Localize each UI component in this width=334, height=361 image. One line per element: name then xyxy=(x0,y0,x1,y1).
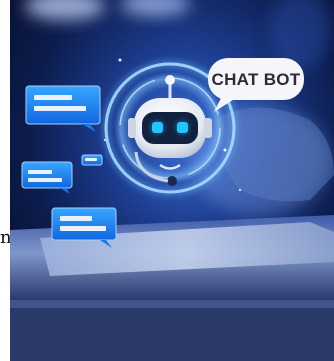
sparkle xyxy=(238,188,242,192)
sparkle xyxy=(118,58,122,62)
desk-edge xyxy=(10,300,334,308)
robot-antenna-tip xyxy=(165,75,175,85)
chatbot-illustration: CHAT BOT xyxy=(10,0,334,361)
page: n CHAT BOT xyxy=(0,0,334,361)
sparkle xyxy=(103,138,107,142)
illustration-canvas: CHAT BOT xyxy=(10,0,334,361)
desk-front xyxy=(10,300,334,361)
chat-bubble-icon xyxy=(81,154,103,166)
sparkle xyxy=(223,148,227,152)
chat-bot-label: CHAT BOT xyxy=(212,70,301,89)
